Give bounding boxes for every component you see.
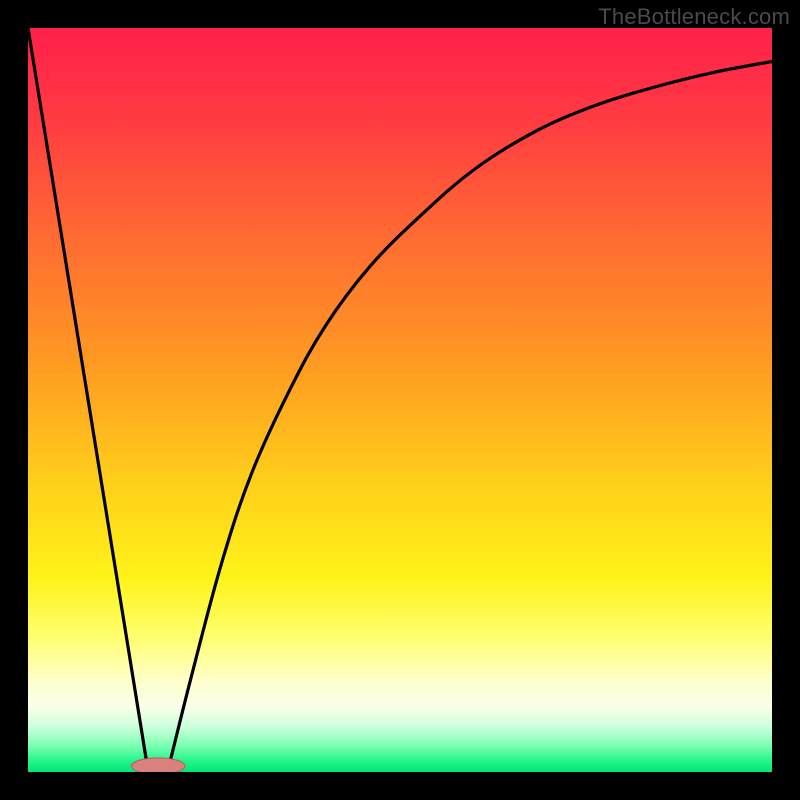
plot-area — [28, 28, 772, 772]
gradient-background — [28, 28, 772, 772]
watermark-text: TheBottleneck.com — [598, 4, 790, 30]
minimum-marker — [131, 758, 185, 772]
chart-frame: TheBottleneck.com — [0, 0, 800, 800]
plot-svg — [28, 28, 772, 772]
